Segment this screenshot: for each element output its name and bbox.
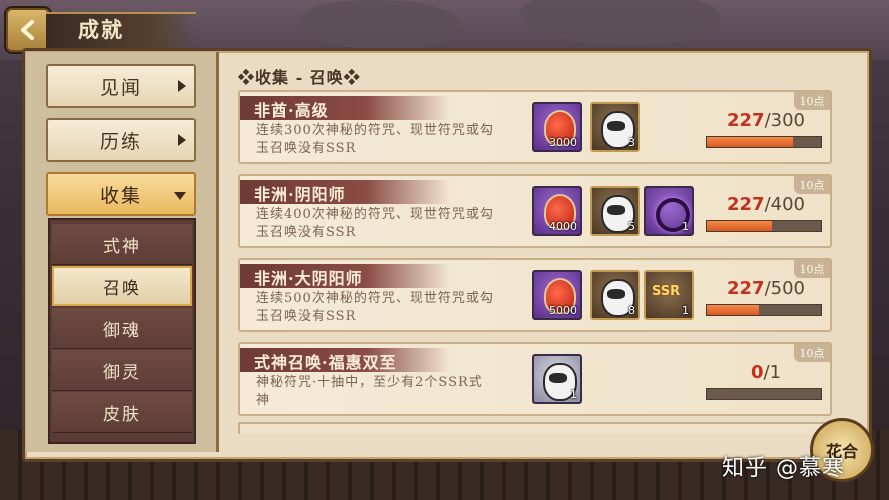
progress-current: 0 xyxy=(750,362,764,383)
watermark: 知乎 @慕寒 xyxy=(722,456,845,481)
progress-current: 227 xyxy=(727,110,765,131)
achievement-card[interactable]: 非酋·高级 连续300次神秘的符咒、现世符咒或勾玉召唤没有SSR 3000 3 … xyxy=(238,90,832,164)
progress-total: /300 xyxy=(764,110,805,131)
section-title: ❖收集 - 召唤❖ xyxy=(238,68,361,87)
progress-bar xyxy=(706,220,822,232)
reward-item[interactable]: SSR 1 xyxy=(644,270,694,320)
chevron-down-icon xyxy=(174,192,186,200)
sidebar-item-label: 历练 xyxy=(99,130,142,153)
reward-item[interactable]: 3000 xyxy=(532,102,582,152)
points-badge: 10点 xyxy=(794,92,830,110)
page-title: 成就 xyxy=(78,17,124,42)
progress-text: 227/300 xyxy=(710,110,822,131)
reward-item[interactable]: 1 xyxy=(644,186,694,236)
progress-total: /1 xyxy=(763,362,782,383)
achievement-card[interactable]: 非洲·阴阳师 连续400次神秘的符咒、现世符咒或勾玉召唤没有SSR 4000 5… xyxy=(238,174,832,248)
reward-item[interactable]: 5 xyxy=(590,186,640,236)
chevron-right-icon xyxy=(178,80,186,92)
progress-current: 227 xyxy=(727,278,765,299)
sub-item-zhaohuan[interactable]: 召唤 xyxy=(52,266,192,306)
sub-item-label: 召唤 xyxy=(103,278,141,299)
next-card-peek xyxy=(238,422,832,434)
reward-count: 1 xyxy=(570,388,577,401)
ssr-summon-icon: SSR xyxy=(652,284,681,299)
sidebar-item-lilian[interactable]: 历练 xyxy=(46,118,196,162)
sub-item-label: 御灵 xyxy=(103,362,141,383)
reward-count: 1 xyxy=(682,220,689,233)
sub-item-label: 皮肤 xyxy=(103,404,141,425)
reward-count: 5 xyxy=(628,220,635,233)
progress-bar xyxy=(706,304,822,316)
sidebar-item-jianwen[interactable]: 见闻 xyxy=(46,64,196,108)
chevron-left-icon xyxy=(21,20,34,40)
achievement-title: 非洲·大阴阳师 xyxy=(254,269,363,288)
progress-bar-fill xyxy=(707,305,759,315)
reward-count: 1 xyxy=(682,304,689,317)
sidebar-item-label: 见闻 xyxy=(99,76,142,99)
achievement-card[interactable]: 式神召唤·福惠双至 神秘符咒·十抽中，至少有2个SSR式神 1 10点 0/1 xyxy=(238,342,832,416)
progress-total: /500 xyxy=(764,278,805,299)
reward-count: 3 xyxy=(628,136,635,149)
achievement-title: 非洲·阴阳师 xyxy=(254,185,346,204)
sub-category-list: 式神 召唤 御魂 御灵 皮肤 xyxy=(48,218,196,444)
progress-bar xyxy=(706,388,822,400)
achievement-description: 连续500次神秘的符咒、现世符咒或勾玉召唤没有SSR xyxy=(256,291,494,324)
reward-item[interactable]: 1 xyxy=(532,354,582,404)
points-badge: 10点 xyxy=(794,260,830,278)
points-badge: 10点 xyxy=(794,176,830,194)
reward-item[interactable]: 4000 xyxy=(532,186,582,236)
sub-item-label: 式神 xyxy=(103,236,141,257)
back-button[interactable] xyxy=(6,8,50,52)
achievement-description: 连续300次神秘的符咒、现世符咒或勾玉召唤没有SSR xyxy=(256,123,494,156)
points-badge: 10点 xyxy=(794,344,830,362)
reward-count: 5000 xyxy=(549,304,577,317)
progress-total: /400 xyxy=(764,194,805,215)
reward-item[interactable]: 5000 xyxy=(532,270,582,320)
progress-bar xyxy=(706,136,822,148)
chevron-right-icon xyxy=(178,134,186,146)
sub-item-pifu[interactable]: 皮肤 xyxy=(52,392,192,433)
progress-text: 227/500 xyxy=(710,278,822,299)
progress-bar-fill xyxy=(707,137,794,147)
reward-count: 3000 xyxy=(549,136,577,149)
sub-item-yuling[interactable]: 御灵 xyxy=(52,350,192,391)
achievement-title: 非酋·高级 xyxy=(254,101,329,120)
sub-item-shishen[interactable]: 式神 xyxy=(52,224,192,265)
achievement-description: 连续400次神秘的符咒、现世符咒或勾玉召唤没有SSR xyxy=(256,207,494,240)
sub-item-yuhun[interactable]: 御魂 xyxy=(52,308,192,349)
achievement-card[interactable]: 非洲·大阴阳师 连续500次神秘的符咒、现世符咒或勾玉召唤没有SSR 5000 … xyxy=(238,258,832,332)
sidebar-item-shouji[interactable]: 收集 xyxy=(46,172,196,216)
sub-item-label: 御魂 xyxy=(103,320,141,341)
progress-current: 227 xyxy=(727,194,765,215)
sidebar-item-label: 收集 xyxy=(99,184,142,207)
reward-item[interactable]: 8 xyxy=(590,270,640,320)
achievement-title: 式神召唤·福惠双至 xyxy=(254,353,397,372)
reward-item[interactable]: 3 xyxy=(590,102,640,152)
progress-bar-fill xyxy=(707,221,772,231)
reward-count: 4000 xyxy=(549,220,577,233)
achievement-description: 神秘符咒·十抽中，至少有2个SSR式神 xyxy=(256,375,483,408)
reward-count: 8 xyxy=(628,304,635,317)
progress-text: 227/400 xyxy=(710,194,822,215)
progress-text: 0/1 xyxy=(710,362,822,383)
